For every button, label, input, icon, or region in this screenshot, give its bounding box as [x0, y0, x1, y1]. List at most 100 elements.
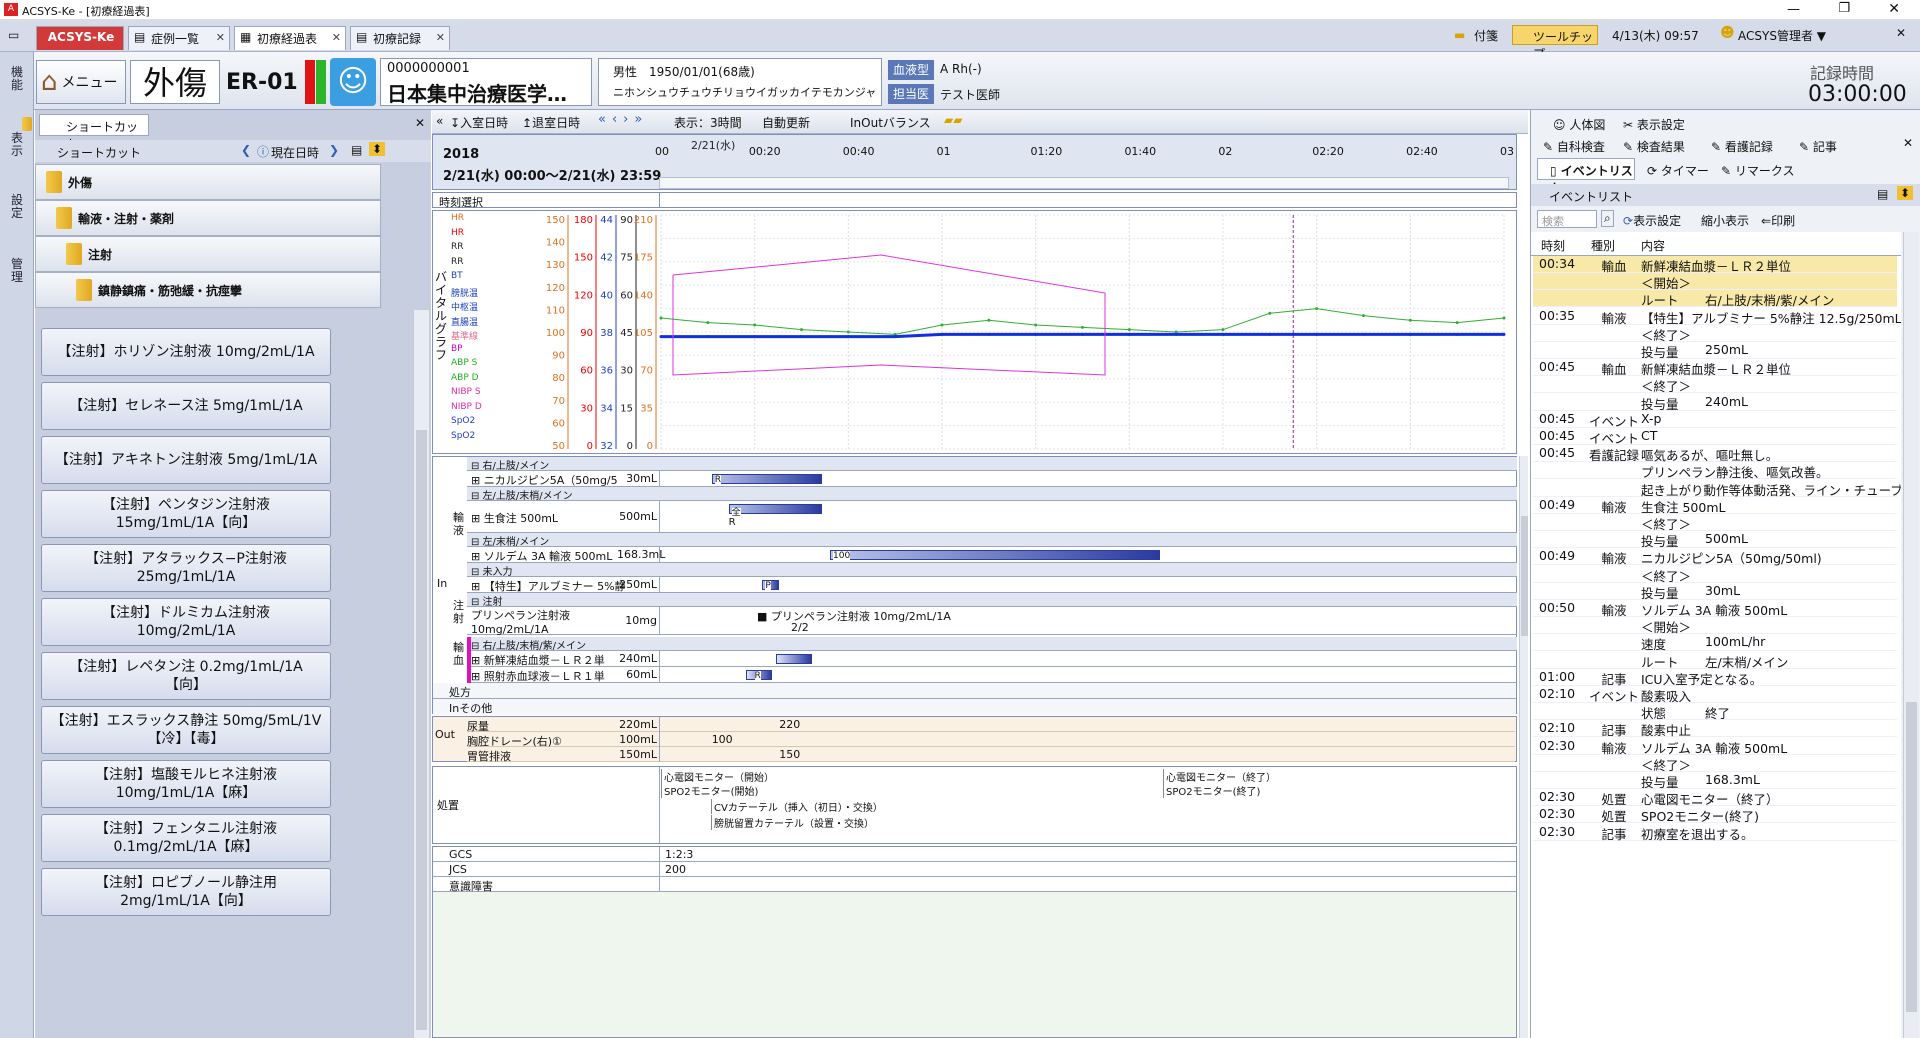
event-row[interactable]: 00:45 輸血 新鮮凍結血漿－ＬＲ２単位 — [1533, 359, 1897, 377]
shortcut-scrollbar[interactable] — [413, 310, 429, 1038]
in-other-row[interactable]: Inその他 — [433, 699, 1516, 715]
procedure-item[interactable]: CVカテーテル（挿入（初日）・交換） — [711, 799, 883, 814]
shortcut-item[interactable]: 【注射】セレネース注 5mg/1mL/1A — [41, 382, 331, 430]
shortcut-item[interactable]: 【注射】フェンタニル注射液 0.1mg/2mL/1A【麻】 — [41, 814, 331, 862]
shortcut-item[interactable]: 【注射】ロピブノール静注用 2mg/1mL/1A【向】 — [41, 868, 331, 916]
event-row[interactable]: ＜終了＞ — [1533, 566, 1897, 584]
injection-row[interactable]: プリンペラン注射液 10mg/2mL/1A 10mg ■ プリンペラン注射液 10m… — [467, 607, 1517, 636]
event-list-tab[interactable]: ▯ イベントリスト — [1537, 158, 1635, 195]
shortcut-item[interactable]: 【注射】アキネトン注射液 5mg/1mL/1A — [41, 436, 331, 484]
event-row[interactable]: 投与量 30mL — [1533, 583, 1897, 601]
event-row[interactable]: 02:30 輸液 ソルデム 3A 輸液 500mL — [1533, 738, 1897, 756]
injection-bar-label[interactable]: ■ プリンペラン注射液 10mg/2mL/1A — [757, 608, 951, 624]
event-row[interactable]: ＜終了＞ — [1533, 325, 1897, 343]
event-row[interactable]: 状態 終了 — [1533, 703, 1897, 721]
category-injection[interactable]: 注射 — [35, 236, 381, 272]
event-row[interactable]: 00:49 輸液 ニカルジピン5A（50mg/50ml) — [1533, 548, 1897, 566]
transfusion-bar[interactable]: R — [745, 670, 772, 681]
event-row[interactable]: ＜終了＞ — [1533, 755, 1897, 773]
output-row[interactable]: 尿量 220mL 220 — [467, 717, 1515, 733]
restore-icon[interactable]: ❐ — [1838, 1, 1850, 16]
body-chart-tab[interactable]: ☺ 人体図 — [1553, 116, 1605, 133]
category-sedation[interactable]: 鎮静鎮痛・筋弛緩・抗痙攣 — [35, 272, 381, 308]
shortcut-item[interactable]: 【注射】アタラックス−P注射液 25mg/1mL/1A — [41, 544, 331, 592]
list-view-icon[interactable]: ▤ — [351, 143, 362, 157]
event-row[interactable]: 02:30 処置 心電図モニター（終了） — [1533, 789, 1897, 807]
event-row[interactable]: 00:34 輸血 新鮮凍結血漿－ＬＲ２単位 — [1533, 256, 1897, 274]
time-select-row[interactable]: 時刻選択 — [432, 192, 1517, 209]
close-icon[interactable]: ✕ — [332, 31, 341, 44]
output-row[interactable]: 胃管排液 150mL 150 — [467, 747, 1515, 763]
event-row[interactable]: 投与量 168.3mL — [1533, 772, 1897, 790]
sticky-note-button[interactable]: 付箋 — [1474, 27, 1498, 44]
nursing-record-tab[interactable]: ✎ 看護記録 — [1711, 138, 1773, 155]
next-icon[interactable]: ❯ — [329, 143, 339, 157]
time-scrollbar[interactable] — [659, 177, 1509, 189]
event-row[interactable]: 00:50 輸液 ソルデム 3A 輸液 500mL — [1533, 600, 1897, 618]
tab-acsys[interactable]: ACSYS-Ke — [36, 26, 124, 50]
shrink-button[interactable]: 縮小表示 — [1701, 212, 1749, 229]
event-row[interactable]: 投与量 240mL — [1533, 394, 1897, 412]
event-row[interactable]: 00:45 イベント X-p — [1533, 411, 1897, 429]
score-row[interactable]: 意識障害 — [433, 877, 1516, 893]
list-view-icon[interactable]: ▤ — [1877, 187, 1888, 201]
event-row[interactable]: プリンペラン静注後、嘔気改善。 — [1533, 462, 1897, 480]
transfusion-row[interactable]: ⊞ 照射赤血球液－ＬＲ１単 60mL R — [467, 667, 1517, 683]
self-test-tab[interactable]: ✎ 自科検査 — [1543, 138, 1605, 155]
main-scrollbar[interactable] — [1519, 456, 1528, 1038]
score-row[interactable]: JCS 200 — [433, 862, 1516, 877]
event-row[interactable]: 00:49 輸液 生食注 500mL — [1533, 497, 1897, 515]
scroll-thumb[interactable] — [1521, 516, 1528, 636]
event-row[interactable]: 02:10 記事 酸素中止 — [1533, 720, 1897, 738]
event-row[interactable]: ルート 右/上肢/末梢/紫/メイン — [1533, 290, 1897, 308]
remarks-tab[interactable]: ✎ リマークス — [1721, 162, 1795, 179]
user-menu[interactable]: ACSYS管理者 ▼ — [1738, 27, 1826, 44]
category-trauma[interactable]: 外傷 — [35, 164, 381, 200]
shortcut-item[interactable]: 【注射】塩酸モルヒネ注射液 10mg/1mL/1A【麻】 — [41, 760, 331, 808]
scroll-thumb[interactable] — [416, 430, 427, 1030]
transfusion-bar[interactable] — [775, 654, 812, 664]
auto-update-button[interactable]: 自動更新 — [762, 114, 810, 131]
event-row[interactable]: ルート 左/末梢/メイン — [1533, 652, 1897, 670]
procedure-item[interactable]: 心電図モニター（終了） — [1163, 769, 1276, 784]
nav-arrows[interactable]: «‹›» — [598, 112, 648, 127]
article-tab[interactable]: ✎ 記事 — [1799, 138, 1837, 155]
side-tab-display[interactable]: 表示 — [8, 132, 26, 158]
menu-button[interactable]: ⌂ メニュー — [36, 60, 126, 104]
output-row[interactable]: 胸腔ドレーン(右)① 100mL 100 — [467, 732, 1515, 748]
event-row[interactable]: 00:45 看護記録 嘔気あるが、嘔吐無し。 — [1533, 445, 1897, 463]
pin-icon[interactable]: ⬍ — [1897, 186, 1914, 200]
pin-icon[interactable]: ⬍ — [369, 142, 386, 156]
display-range[interactable]: 表示：3時間 — [674, 114, 742, 131]
score-row[interactable]: GCS 1:2:3 — [433, 847, 1516, 862]
print-button[interactable]: ⇐印刷 — [1761, 212, 1795, 229]
event-row[interactable]: ＜開始＞ — [1533, 617, 1897, 635]
search-icon[interactable]: ⌕ — [1601, 210, 1614, 227]
event-row[interactable]: 速度 100mL/hr — [1533, 634, 1897, 652]
display-settings-tab[interactable]: ✂ 表示設定 — [1623, 116, 1685, 133]
procedure-item[interactable]: SPO2モニター(開始) — [661, 783, 758, 798]
shortcut-tab[interactable]: ショートカット — [22, 114, 149, 151]
infusion-bar[interactable]: P — [762, 580, 780, 591]
close-icon[interactable]: ✕ — [436, 31, 445, 44]
now-button[interactable]: 現在日時 — [271, 144, 319, 161]
side-tab-settings[interactable]: 設定 — [8, 194, 26, 220]
infusion-bar[interactable]: 100 — [830, 550, 1160, 561]
event-scrollbar[interactable] — [1903, 232, 1919, 1038]
scroll-thumb[interactable] — [1906, 702, 1917, 1012]
infusion-bar[interactable]: R — [711, 474, 822, 485]
tab-initial-record[interactable]: ▤ 初療記録 ✕ — [350, 26, 450, 50]
transfusion-row[interactable]: ⊞ 新鮮凍結血漿－ＬＲ２単 240mL — [467, 651, 1517, 667]
tab-case-list[interactable]: ▤ 症例一覧 ✕ — [128, 26, 230, 50]
event-row[interactable]: 起き上がり動作等体動活発、ライン・チューブ類 — [1533, 480, 1901, 498]
out-time-button[interactable]: ↥退室日時 — [522, 114, 580, 131]
event-row[interactable]: 02:30 記事 初療室を退出する。 — [1533, 824, 1897, 842]
procedure-item[interactable]: SPO2モニター(終了) — [1163, 783, 1260, 798]
collapse-icon[interactable]: « — [436, 114, 443, 128]
infusion-row[interactable]: ⊞ 生食注 500mL 500mL 全 R — [467, 501, 1517, 533]
event-row[interactable]: 00:45 イベント CT — [1533, 428, 1897, 446]
close-icon[interactable]: ✕ — [415, 116, 425, 130]
folder-icon[interactable]: ▰▰ — [944, 113, 962, 127]
procedure-item[interactable]: 心電図モニター（開始） — [661, 769, 774, 784]
event-row[interactable]: 02:30 処置 SPO2モニター(終了) — [1533, 806, 1897, 824]
